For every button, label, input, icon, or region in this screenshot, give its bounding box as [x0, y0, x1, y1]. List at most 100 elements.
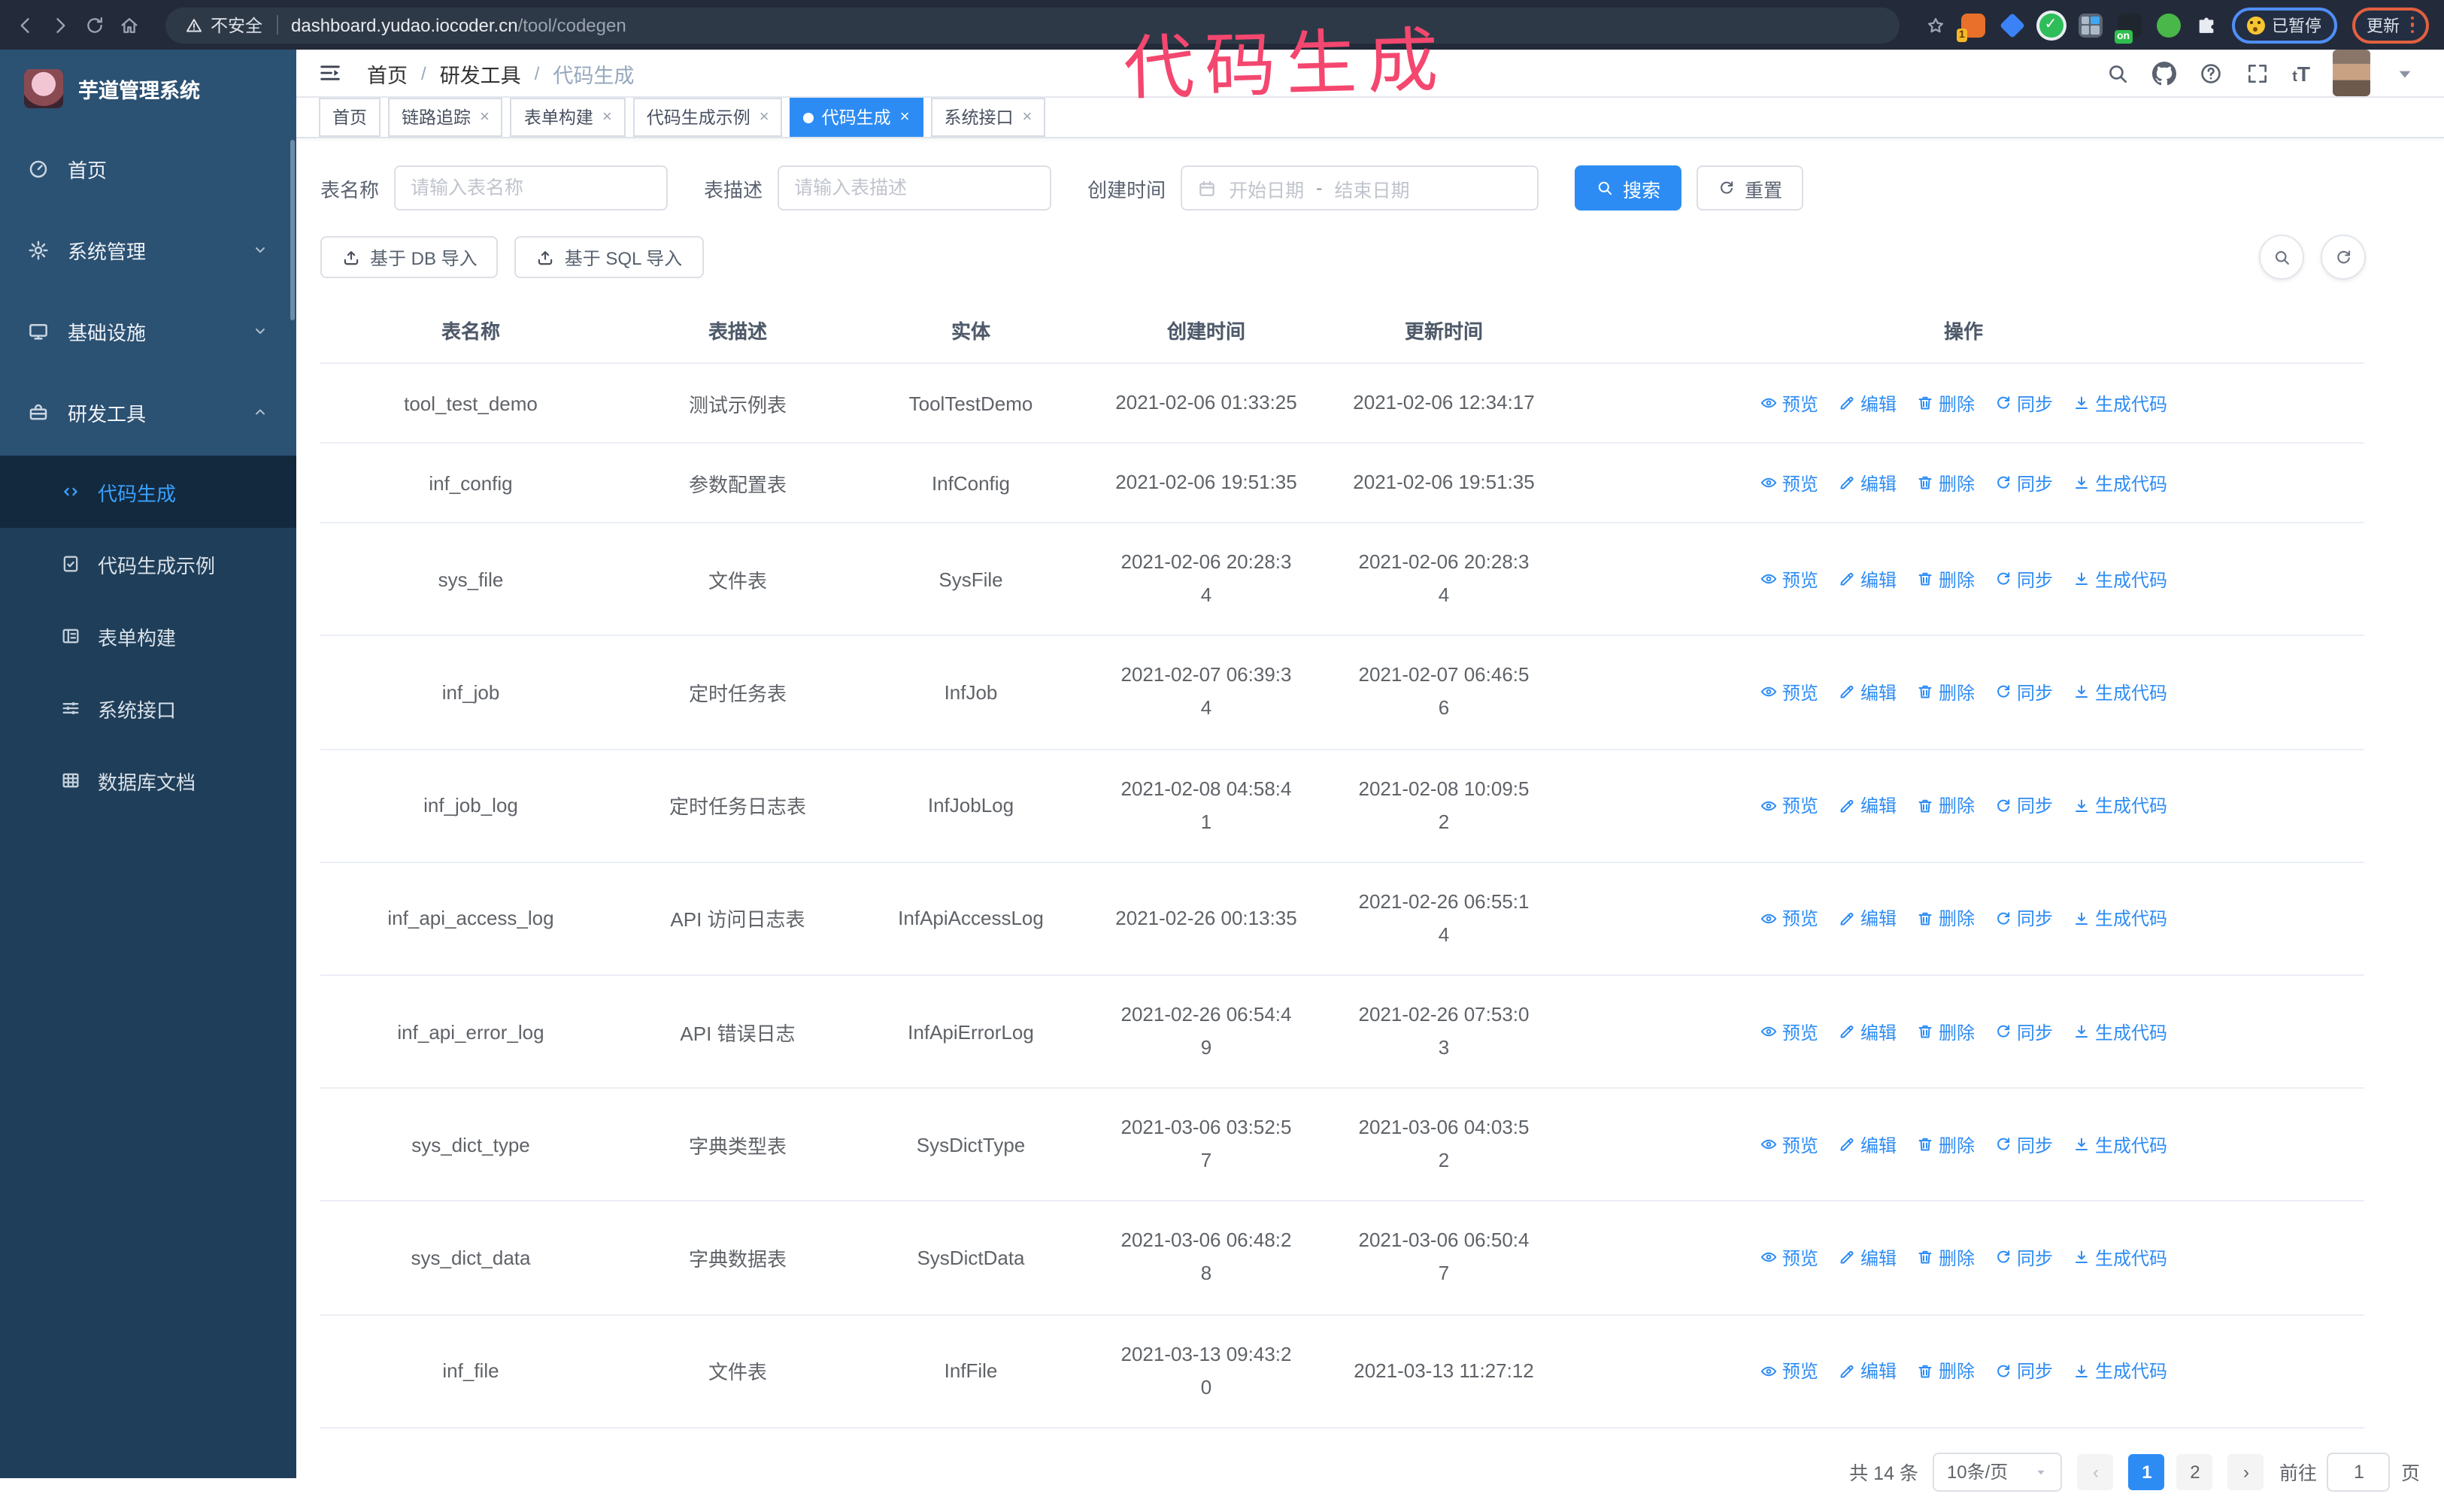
search-icon[interactable]	[2106, 61, 2130, 85]
action-生成代码[interactable]: 生成代码	[2073, 680, 2167, 705]
action-预览[interactable]: 预览	[1760, 1132, 1818, 1157]
action-删除[interactable]: 删除	[1916, 1245, 1975, 1271]
table-name-input[interactable]	[394, 165, 669, 211]
action-删除[interactable]: 删除	[1916, 906, 1975, 932]
sidebar-item-系统管理[interactable]: 系统管理	[0, 209, 296, 290]
action-编辑[interactable]: 编辑	[1838, 792, 1897, 818]
refresh-table-button[interactable]	[2321, 235, 2366, 280]
help-icon[interactable]	[2199, 61, 2223, 85]
action-生成代码[interactable]: 生成代码	[2073, 792, 2167, 818]
profile-paused-chip[interactable]: 已暂停	[2231, 7, 2336, 43]
action-编辑[interactable]: 编辑	[1838, 1019, 1897, 1044]
action-编辑[interactable]: 编辑	[1838, 567, 1897, 592]
sidebar-item-研发工具[interactable]: 研发工具	[0, 371, 296, 453]
tab-close-icon[interactable]: ×	[900, 108, 910, 126]
sidebar-subitem-表单构建[interactable]: 表单构建	[0, 600, 296, 672]
browser-forward-button[interactable]	[50, 14, 71, 35]
tab-系统接口[interactable]: 系统接口 ×	[930, 98, 1046, 137]
tab-close-icon[interactable]: ×	[760, 108, 769, 126]
action-同步[interactable]: 同步	[1994, 1358, 2053, 1383]
extension-check-icon[interactable]: ✓	[2039, 13, 2063, 37]
sidebar-subitem-数据库文档[interactable]: 数据库文档	[0, 744, 296, 817]
search-button[interactable]: 搜索	[1575, 165, 1682, 211]
breadcrumb-devtools[interactable]: 研发工具	[440, 58, 521, 88]
user-avatar[interactable]	[2333, 50, 2370, 96]
import-sql-button[interactable]: 基于 SQL 导入	[514, 236, 704, 278]
caret-down-icon[interactable]	[2393, 61, 2417, 85]
date-range-picker[interactable]: 开始日期 - 结束日期	[1181, 165, 1539, 211]
action-删除[interactable]: 删除	[1916, 680, 1975, 705]
app-logo-row[interactable]: 芋道管理系统	[0, 50, 296, 128]
github-icon[interactable]	[2152, 61, 2176, 85]
action-生成代码[interactable]: 生成代码	[2073, 1019, 2167, 1044]
action-编辑[interactable]: 编辑	[1838, 390, 1897, 416]
action-生成代码[interactable]: 生成代码	[2073, 390, 2167, 416]
action-同步[interactable]: 同步	[1994, 1245, 2053, 1271]
action-同步[interactable]: 同步	[1994, 906, 2053, 932]
action-预览[interactable]: 预览	[1760, 680, 1818, 705]
extension-diamond-icon[interactable]	[1999, 12, 2024, 38]
tab-代码生成示例[interactable]: 代码生成示例 ×	[632, 98, 783, 137]
sidebar-subitem-代码生成示例[interactable]: 代码生成示例	[0, 528, 296, 600]
action-删除[interactable]: 删除	[1916, 470, 1975, 495]
fullscreen-icon[interactable]	[2245, 61, 2270, 85]
sidebar-item-基础设施[interactable]: 基础设施	[0, 290, 296, 371]
action-预览[interactable]: 预览	[1760, 1019, 1818, 1044]
action-编辑[interactable]: 编辑	[1838, 680, 1897, 705]
extension-onetab-icon[interactable]: on	[2114, 13, 2141, 43]
action-预览[interactable]: 预览	[1760, 1245, 1818, 1271]
action-同步[interactable]: 同步	[1994, 390, 2053, 416]
sidebar-item-首页[interactable]: 首页	[0, 128, 296, 209]
action-删除[interactable]: 删除	[1916, 1019, 1975, 1044]
tab-表单构建[interactable]: 表单构建 ×	[510, 98, 626, 137]
reset-button[interactable]: 重置	[1697, 165, 1804, 211]
action-预览[interactable]: 预览	[1760, 792, 1818, 818]
tab-首页[interactable]: 首页	[319, 98, 381, 137]
tab-close-icon[interactable]: ×	[602, 108, 612, 126]
sidebar-subitem-系统接口[interactable]: 系统接口	[0, 672, 296, 744]
action-删除[interactable]: 删除	[1916, 1358, 1975, 1383]
address-bar[interactable]: 不安全 dashboard.yudao.iocoder.cn/tool/code…	[165, 7, 1899, 43]
action-生成代码[interactable]: 生成代码	[2073, 1132, 2167, 1157]
action-同步[interactable]: 同步	[1994, 680, 2053, 705]
browser-home-button[interactable]	[119, 14, 140, 35]
extension-grid-icon[interactable]	[2078, 13, 2102, 37]
action-生成代码[interactable]: 生成代码	[2073, 1245, 2167, 1271]
security-status[interactable]: 不安全	[185, 13, 262, 37]
action-预览[interactable]: 预览	[1760, 567, 1818, 592]
action-编辑[interactable]: 编辑	[1838, 1358, 1897, 1383]
tab-close-icon[interactable]: ×	[480, 108, 490, 126]
browser-reload-button[interactable]	[84, 14, 105, 35]
action-编辑[interactable]: 编辑	[1838, 470, 1897, 495]
toggle-search-button[interactable]	[2259, 235, 2304, 280]
browser-update-button[interactable]: 更新	[2352, 7, 2429, 43]
action-同步[interactable]: 同步	[1994, 470, 2053, 495]
action-删除[interactable]: 删除	[1916, 792, 1975, 818]
kebab-menu-icon[interactable]	[2410, 16, 2414, 34]
page-button-1[interactable]: 1	[2128, 1453, 2165, 1490]
action-生成代码[interactable]: 生成代码	[2073, 567, 2167, 592]
sidebar-subitem-代码生成[interactable]: 代码生成	[0, 456, 296, 528]
goto-page-input[interactable]	[2327, 1452, 2391, 1492]
prev-page-button[interactable]: ‹	[2077, 1453, 2114, 1490]
action-同步[interactable]: 同步	[1994, 1132, 2053, 1157]
extensions-menu-button[interactable]	[2195, 14, 2216, 35]
tab-代码生成[interactable]: 代码生成 ×	[790, 98, 923, 137]
action-生成代码[interactable]: 生成代码	[2073, 1358, 2167, 1383]
action-删除[interactable]: 删除	[1916, 390, 1975, 416]
font-size-button[interactable]: tT	[2292, 61, 2310, 85]
breadcrumb-home[interactable]: 首页	[367, 58, 408, 88]
tab-链路追踪[interactable]: 链路追踪 ×	[388, 98, 503, 137]
import-db-button[interactable]: 基于 DB 导入	[320, 236, 499, 278]
page-size-select[interactable]: 10条/页	[1933, 1452, 2063, 1492]
action-编辑[interactable]: 编辑	[1838, 1245, 1897, 1271]
extension-colorzilla-icon[interactable]: 1	[1956, 13, 1985, 41]
action-编辑[interactable]: 编辑	[1838, 1132, 1897, 1157]
action-编辑[interactable]: 编辑	[1838, 906, 1897, 932]
table-desc-input[interactable]	[778, 165, 1052, 211]
action-预览[interactable]: 预览	[1760, 390, 1818, 416]
page-button-2[interactable]: 2	[2176, 1453, 2213, 1490]
action-同步[interactable]: 同步	[1994, 567, 2053, 592]
action-删除[interactable]: 删除	[1916, 1132, 1975, 1157]
action-预览[interactable]: 预览	[1760, 1358, 1818, 1383]
